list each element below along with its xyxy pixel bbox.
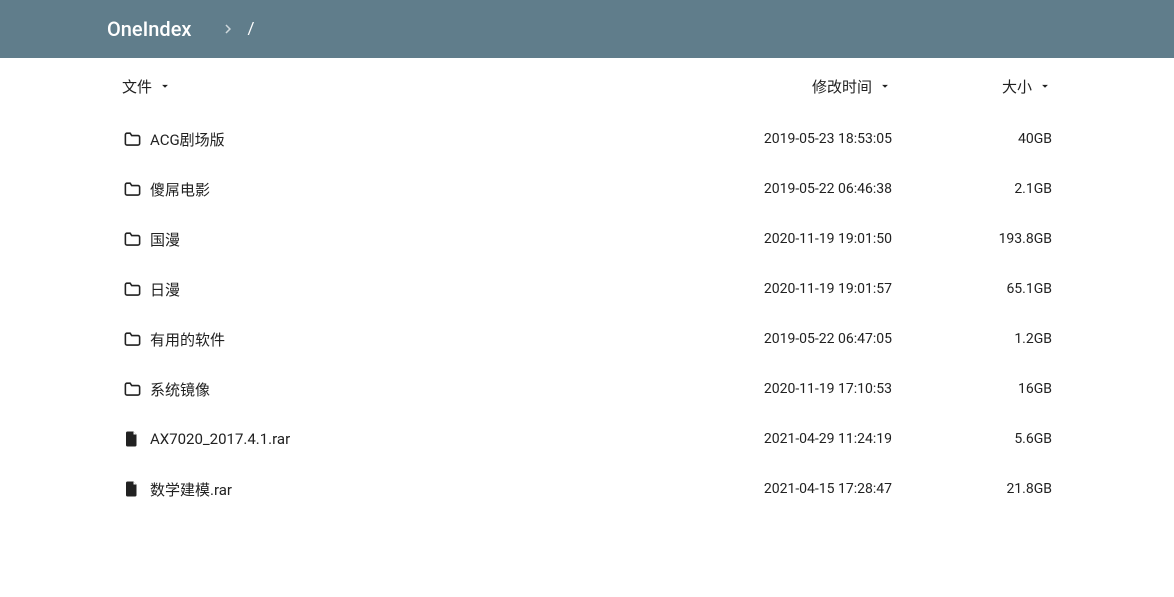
- item-name: AX7020_2017.4.1.rar: [150, 430, 290, 448]
- item-size: 193.8GB: [892, 231, 1052, 247]
- file-icon: [122, 479, 142, 499]
- item-name: 傻屌电影: [150, 179, 210, 200]
- column-header-name-label: 文件: [122, 76, 152, 97]
- item-size: 65.1GB: [892, 281, 1052, 297]
- folder-icon: [122, 279, 142, 299]
- column-header-size-label: 大小: [1002, 76, 1032, 97]
- item-name: 数学建模.rar: [150, 479, 232, 500]
- item-size: 2.1GB: [892, 181, 1052, 197]
- file-list: ACG剧场版 2019-05-23 18:53:0540GB 傻屌电影 2019-05…: [117, 114, 1057, 514]
- list-item[interactable]: 系统镜像 2020-11-19 17:10:5316GB: [117, 364, 1057, 414]
- list-item[interactable]: ACG剧场版 2019-05-23 18:53:0540GB: [117, 114, 1057, 164]
- item-date: 2019-05-23 18:53:05: [652, 131, 892, 147]
- list-item[interactable]: AX7020_2017.4.1.rar 2021-04-29 11:24:195.…: [117, 414, 1057, 464]
- item-name: 系统镜像: [150, 379, 210, 400]
- item-size: 5.6GB: [892, 431, 1052, 447]
- list-item[interactable]: 数学建模.rar 2021-04-15 17:28:4721.8GB: [117, 464, 1057, 514]
- list-item[interactable]: 日漫 2020-11-19 19:01:5765.1GB: [117, 264, 1057, 314]
- brand-title[interactable]: OneIndex: [107, 17, 191, 41]
- list-item[interactable]: 国漫 2020-11-19 19:01:50193.8GB: [117, 214, 1057, 264]
- chevron-down-icon: [878, 79, 892, 93]
- column-header-date[interactable]: 修改时间: [652, 76, 892, 97]
- chevron-down-icon: [1038, 79, 1052, 93]
- folder-icon: [122, 229, 142, 249]
- item-size: 21.8GB: [892, 481, 1052, 497]
- folder-icon: [122, 329, 142, 349]
- item-name: 日漫: [150, 279, 180, 300]
- folder-icon: [122, 179, 142, 199]
- list-item[interactable]: 有用的软件 2019-05-22 06:47:051.2GB: [117, 314, 1057, 364]
- item-date: 2020-11-19 19:01:57: [652, 281, 892, 297]
- item-name: 国漫: [150, 229, 180, 250]
- list-header: 文件 修改时间 大小: [117, 58, 1057, 114]
- item-date: 2021-04-29 11:24:19: [652, 431, 892, 447]
- column-header-name[interactable]: 文件: [122, 76, 652, 97]
- item-date: 2019-05-22 06:47:05: [652, 331, 892, 347]
- chevron-down-icon: [158, 79, 172, 93]
- list-item[interactable]: 傻屌电影 2019-05-22 06:46:382.1GB: [117, 164, 1057, 214]
- item-name: ACG剧场版: [150, 129, 225, 150]
- topbar: OneIndex /: [0, 0, 1174, 58]
- item-date: 2020-11-19 17:10:53: [652, 381, 892, 397]
- item-size: 1.2GB: [892, 331, 1052, 347]
- item-size: 16GB: [892, 381, 1052, 397]
- folder-icon: [122, 379, 142, 399]
- folder-icon: [122, 129, 142, 149]
- item-date: 2021-04-15 17:28:47: [652, 481, 892, 497]
- column-header-size[interactable]: 大小: [892, 76, 1052, 97]
- column-header-date-label: 修改时间: [812, 76, 872, 97]
- file-icon: [122, 429, 142, 449]
- item-name: 有用的软件: [150, 329, 225, 350]
- chevron-right-icon: [219, 20, 237, 38]
- item-size: 40GB: [892, 131, 1052, 147]
- item-date: 2020-11-19 19:01:50: [652, 231, 892, 247]
- breadcrumb-root[interactable]: /: [247, 19, 254, 39]
- breadcrumb: /: [209, 19, 254, 39]
- item-date: 2019-05-22 06:46:38: [652, 181, 892, 197]
